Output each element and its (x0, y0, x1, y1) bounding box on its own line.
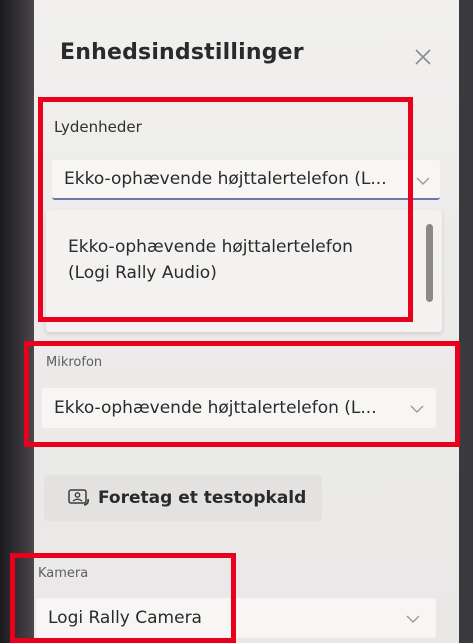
highlight-box-microphone (24, 341, 460, 447)
highlight-box-camera (10, 553, 236, 643)
highlight-box-speakers (38, 97, 413, 322)
panel-title: Enhedsindstillinger (60, 40, 304, 65)
background-edge-right (459, 0, 473, 643)
test-call-icon (68, 489, 89, 506)
chevron-down-icon (406, 615, 420, 623)
background-edge (0, 0, 34, 643)
test-call-label: Foretag et testopkald (98, 488, 307, 508)
test-call-button[interactable]: Foretag et testopkald (44, 475, 322, 521)
chevron-down-icon (416, 177, 430, 185)
close-icon[interactable] (412, 46, 434, 68)
dropdown-scrollbar[interactable] (426, 224, 433, 302)
